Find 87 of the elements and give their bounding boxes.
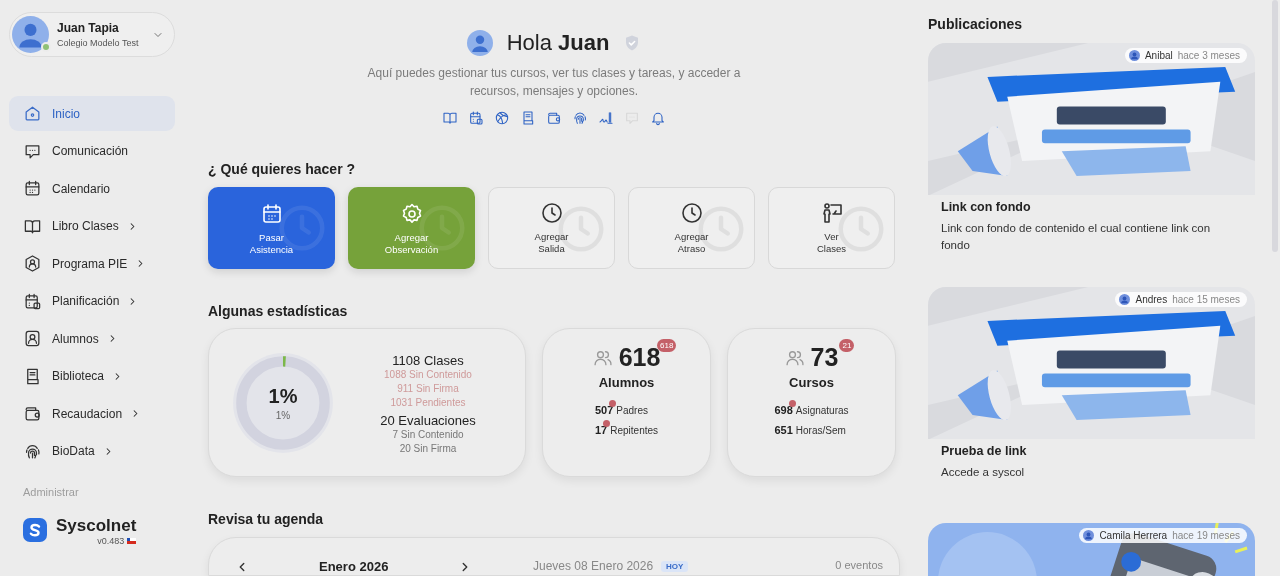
stat-label: Horas/Sem [795,425,846,436]
ball-icon[interactable] [494,110,510,126]
stat-label: Asignaturas [795,405,849,416]
publication-text: Accede a syscol [940,465,1026,480]
progress-caption: 1% [275,409,291,421]
stat-line: 1088 Sin Contenido [384,367,472,382]
stat-line: 20 Sin Firma [399,441,457,456]
stat-value: 507 [594,404,614,416]
action-button[interactable]: Agregar Salida [488,187,615,269]
sidebar-item[interactable]: Inicio [9,96,175,131]
greeting-title: Hola Juan [506,30,610,56]
signature-icon[interactable] [598,110,614,126]
publication-card[interactable]: Camila Herrera hace 19 meses [928,523,1255,576]
bell-icon[interactable] [650,110,666,126]
publication-text: Link con fondo de contenido el cual contiene link con fondo [940,221,1212,253]
calendar-icon [23,179,42,198]
avatar-icon [1128,50,1140,61]
action-button[interactable]: Agregar Atraso [628,187,755,269]
sidebar-item[interactable]: Calendario [9,171,175,206]
publication-title: Link con fondo [940,199,1032,214]
sidebar-item[interactable]: Libro Clases [9,208,175,244]
wallet-icon [23,404,42,423]
sidebar-item[interactable]: Recaudacion [9,396,175,431]
sidebar-item[interactable]: Biblioteca [9,358,175,394]
stat-line: 911 Sin Firma [397,381,459,396]
user-hexagon-icon [23,254,42,273]
stat-value: 698 [774,404,793,416]
avatar-icon [12,16,49,53]
count-value: 73 [810,343,839,371]
version-text: v0.483 [97,535,125,546]
count-label: Alumnos [598,375,655,390]
sidebar-item[interactable]: Alumnos [9,321,175,356]
post-time: hace 15 meses [1172,294,1240,305]
avatar-icon [1083,530,1095,541]
user-name: Juan Tapia [57,21,120,35]
clock-icon [679,201,704,225]
planner-icon [23,291,42,311]
stat-label: Repitentes [610,425,659,436]
planner-icon[interactable] [468,110,484,126]
month-label: Enero 2026 [319,559,389,574]
action-button[interactable]: Pasar Asistencia [208,187,335,269]
author-name: Andres [1135,294,1168,305]
count-badge: 21 [839,339,855,352]
flag-icon [127,537,137,544]
library-icon[interactable] [520,110,536,126]
author-name: Camila Herrera [1099,530,1168,541]
date-label: Jueves 08 Enero 2026 [533,559,654,573]
wallet-icon[interactable] [546,110,562,126]
post-time: hace 3 meses [1177,50,1240,61]
publication-card[interactable]: Anibal hace 3 meses Link con fondo Link con fondo de contenido el cual contiene link con fondo [928,43,1255,254]
section-title: Publicaciones [928,16,1024,32]
publication-card[interactable]: Andres hace 15 meses Prueba de link Accede a syscol [928,287,1255,481]
sidebar-item[interactable]: Programa PIE [9,246,175,281]
count-label: Cursos [789,375,834,390]
profile-card[interactable]: Juan Tapia Colegio Modelo Test [9,12,175,57]
section-title: Revisa tu agenda [208,511,325,527]
sidebar-item[interactable]: Planificación [9,283,175,319]
stat-heading: 20 Evaluaciones [380,412,476,428]
greeting-subtitle: Aquí puedes gestionar tus cursos, ver tus clases y tareas, y acceder a recursos, mensajes y opciones. [366,65,742,100]
event-count: 0 eventos [835,559,883,571]
section-title: ¿ Qué quieres hacer ? [208,161,357,177]
stat-heading: 1108 Clases [392,352,464,368]
stat-value: 651 [774,424,793,436]
logo-icon [23,517,47,542]
section-title: Algunas estadísticas [208,303,349,319]
avatar-icon [466,30,493,56]
author-name: Anibal [1144,50,1173,61]
stat-value: 17 [594,424,608,436]
publication-title: Prueba de link [940,443,1028,458]
fingerprint-icon[interactable] [572,110,588,126]
action-button[interactable]: Ver Clases [768,187,895,269]
home-icon [23,104,42,123]
brand-name: Syscolnet [56,515,137,536]
user-card-icon [23,329,42,348]
post-time: hace 19 meses [1172,530,1240,541]
school-name: Colegio Modelo Test [57,38,140,48]
stat-line: 1031 Pendientes [390,395,466,410]
stat-line: 7 Sin Contenido [392,427,464,442]
sidebar-item[interactable]: BioData [9,433,175,469]
avatar-icon [1119,294,1131,305]
book-icon[interactable] [442,110,458,126]
today-badge: HOY [661,560,689,572]
clock-icon [539,201,564,225]
section-label: Administrar [23,485,80,498]
sidebar-item[interactable]: Comunicación [9,133,175,169]
progress-value: 1% [268,384,298,408]
stat-label: Padres [616,405,648,416]
